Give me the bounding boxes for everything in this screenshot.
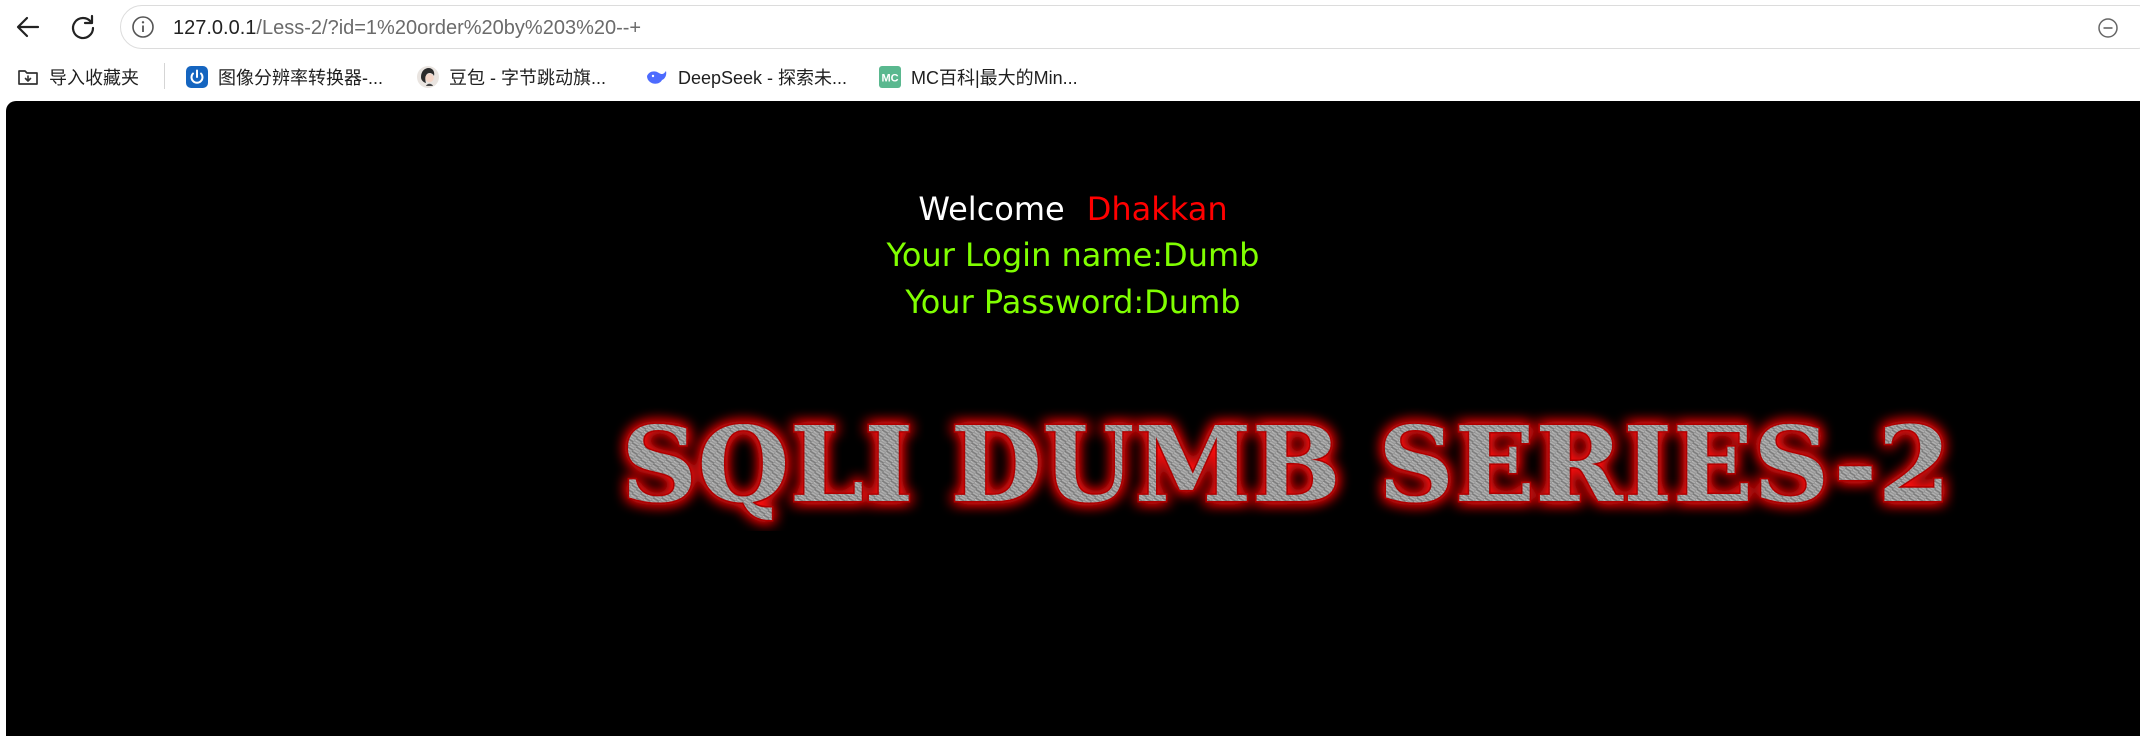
reload-button[interactable] (63, 8, 103, 46)
url-text[interactable]: 127.0.0.1/Less-2/?id=1%20order%20by%203%… (173, 16, 641, 40)
mc-logo-icon: MC (879, 66, 901, 88)
bookmark-mc-wiki[interactable]: MC MC百科|最大的Min... (878, 62, 1078, 92)
zoom-out-icon[interactable] (2097, 17, 2119, 39)
reload-icon (71, 14, 95, 40)
bookmark-doubao[interactable]: 豆包 - 字节跳动旗... (416, 62, 606, 92)
bookmark-import-favorites[interactable]: 导入收藏夹 (16, 62, 139, 92)
import-folder-icon (18, 70, 38, 85)
welcome-name: Dhakkan (1086, 190, 1228, 228)
page-content: Welcome Dhakkan Your Login name:Dumb Your… (6, 101, 2140, 736)
address-bar[interactable]: 127.0.0.1/Less-2/?id=1%20order%20by%203%… (120, 5, 2140, 49)
deepseek-whale-icon (647, 71, 667, 84)
doubao-avatar-icon (417, 66, 439, 88)
url-path: /Less-2/?id=1%20order%20by%203%20--+ (256, 17, 642, 39)
bookmark-label: MC百科|最大的Min... (911, 68, 1078, 88)
browser-window: 127.0.0.1/Less-2/?id=1%20order%20by%203%… (0, 0, 2140, 736)
bookmark-label: 导入收藏夹 (49, 68, 139, 88)
banner-text: SQLI DUMB SERIES-2 (621, 403, 1951, 526)
bookmarks-separator (164, 63, 165, 89)
welcome-text: Welcome (918, 190, 1065, 228)
bookmark-label: DeepSeek - 探索未... (678, 68, 848, 88)
bookmark-deepseek[interactable]: DeepSeek - 探索未... (645, 62, 847, 92)
url-host: 127.0.0.1 (173, 17, 257, 39)
password-text: Your Password:Dumb (905, 283, 1241, 321)
site-info-icon[interactable] (131, 15, 155, 39)
svg-text:MC: MC (881, 73, 898, 85)
login-name-text: Your Login name:Dumb (886, 236, 1260, 274)
browser-toolbar: 127.0.0.1/Less-2/?id=1%20order%20by%203%… (0, 0, 2140, 54)
sqli-dumb-series-banner: SQLI DUMB SERIES-2 (620, 402, 1953, 528)
arrow-left-icon (16, 16, 40, 38)
back-button[interactable] (8, 8, 48, 46)
bookmark-image-resolution-converter[interactable]: 图像分辨率转换器-... (185, 62, 383, 92)
power-icon (186, 66, 208, 88)
welcome-line: Welcome Dhakkan (6, 187, 2140, 231)
bookmark-label: 图像分辨率转换器-... (218, 68, 383, 88)
bookmark-label: 豆包 - 字节跳动旗... (449, 68, 606, 88)
